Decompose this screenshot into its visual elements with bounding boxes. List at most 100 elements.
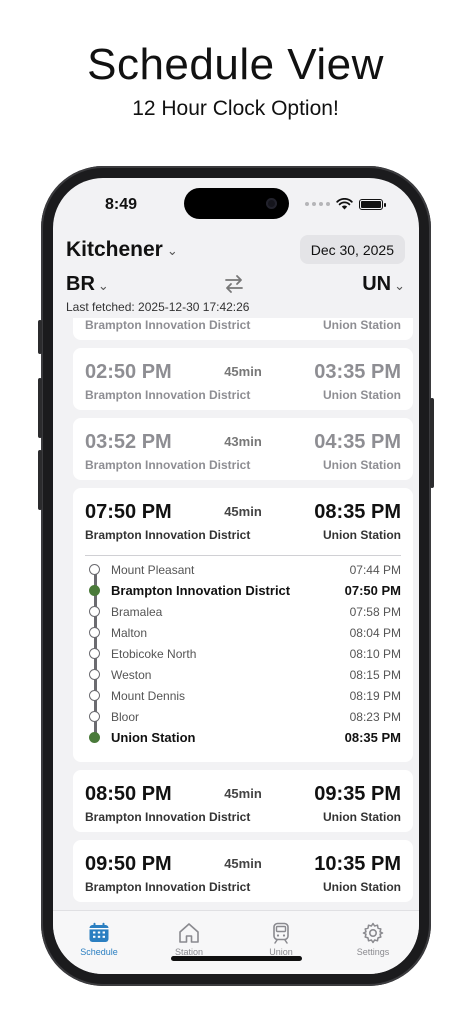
trip-from: Brampton Innovation District bbox=[85, 388, 251, 402]
stop-name: Union Station bbox=[111, 730, 196, 745]
trip-card-expanded[interactable]: 07:50 PM 45min 08:35 PM Brampton Innovat… bbox=[73, 488, 413, 762]
divider bbox=[85, 555, 401, 556]
camera-icon bbox=[266, 198, 277, 209]
home-indicator[interactable] bbox=[171, 956, 302, 961]
stop-time: 08:19 PM bbox=[349, 688, 401, 703]
calendar-icon bbox=[89, 922, 109, 942]
stop-name: Bloor bbox=[111, 709, 140, 724]
stop-row-destination: Union Station 08:35 PM bbox=[85, 727, 401, 748]
stop-node-active bbox=[89, 585, 100, 596]
tab-union[interactable]: Union bbox=[241, 921, 321, 957]
trip-to: Union Station bbox=[323, 458, 401, 472]
stop-time: 07:50 PM bbox=[344, 583, 401, 598]
tab-station[interactable]: Station bbox=[149, 921, 229, 957]
dynamic-island bbox=[184, 188, 289, 219]
stop-name: Bramalea bbox=[111, 604, 163, 619]
stop-node bbox=[89, 564, 100, 575]
trip-list[interactable]: Brampton Innovation District Union Stati… bbox=[53, 318, 419, 910]
swap-direction-icon[interactable] bbox=[221, 271, 247, 297]
to-station-selector[interactable]: UN ⌄ bbox=[362, 273, 405, 296]
stop-list: Mount Pleasant 07:44 PM Brampton Innovati… bbox=[85, 559, 401, 748]
stop-time: 08:35 PM bbox=[344, 730, 401, 745]
train-icon bbox=[273, 922, 289, 944]
promo-title: Schedule View bbox=[87, 40, 384, 89]
trip-duration: 45min bbox=[224, 504, 262, 519]
stop-time: 08:15 PM bbox=[349, 667, 401, 682]
trip-card[interactable]: 08:50 PM 45min 09:35 PM Brampton Innovat… bbox=[73, 770, 413, 832]
stop-time: 07:44 PM bbox=[349, 562, 401, 577]
tab-label: Schedule bbox=[80, 947, 118, 957]
stop-time: 08:10 PM bbox=[349, 646, 401, 661]
stop-node bbox=[89, 711, 100, 722]
stop-name: Weston bbox=[111, 667, 152, 682]
stop-row: Malton 08:04 PM bbox=[85, 622, 401, 643]
promo-subtitle: 12 Hour Clock Option! bbox=[132, 97, 339, 120]
stop-row: Etobicoke North 08:10 PM bbox=[85, 643, 401, 664]
to-station-code: UN bbox=[362, 273, 392, 295]
trip-to: Union Station bbox=[323, 810, 401, 824]
stop-row: Mount Dennis 08:19 PM bbox=[85, 685, 401, 706]
phone-screen: 8:49 Kitchener ⌄ Dec 30, 2025 BR ⌄ UN ⌄ bbox=[53, 178, 419, 974]
trip-card[interactable]: Brampton Innovation District Union Stati… bbox=[73, 318, 413, 340]
signal-dots-icon bbox=[305, 202, 330, 206]
stop-row: Bloor 08:23 PM bbox=[85, 706, 401, 727]
stop-node bbox=[89, 669, 100, 680]
stop-node-active bbox=[89, 732, 100, 743]
house-icon bbox=[179, 923, 199, 943]
wifi-icon bbox=[336, 198, 353, 210]
line-name: Kitchener bbox=[66, 238, 163, 261]
stop-name: Mount Dennis bbox=[111, 688, 186, 703]
trip-card[interactable]: 03:52 PM 43min 04:35 PM Brampton Innovat… bbox=[73, 418, 413, 480]
stop-name: Brampton Innovation District bbox=[111, 583, 291, 598]
stop-node bbox=[89, 627, 100, 638]
trip-card[interactable]: 09:50 PM 45min 10:35 PM Brampton Innovat… bbox=[73, 840, 413, 902]
stop-node bbox=[89, 648, 100, 659]
stop-row: Weston 08:15 PM bbox=[85, 664, 401, 685]
stop-name: Etobicoke North bbox=[111, 646, 197, 661]
stop-time: 07:58 PM bbox=[349, 604, 401, 619]
trip-card[interactable]: 02:50 PM 45min 03:35 PM Brampton Innovat… bbox=[73, 348, 413, 410]
phone-action-button bbox=[38, 320, 42, 354]
status-bar-time: 8:49 bbox=[105, 196, 138, 213]
trip-to: Union Station bbox=[323, 388, 401, 402]
status-bar-icons bbox=[305, 198, 386, 210]
trip-duration: 45min bbox=[224, 364, 262, 379]
date-picker-button[interactable]: Dec 30, 2025 bbox=[299, 235, 405, 264]
from-station-selector[interactable]: BR ⌄ bbox=[66, 273, 109, 296]
stop-name: Malton bbox=[111, 625, 148, 640]
stop-row: Bramalea 07:58 PM bbox=[85, 601, 401, 622]
tab-settings[interactable]: Settings bbox=[333, 921, 413, 957]
trip-duration: 45min bbox=[224, 856, 262, 871]
stop-time: 08:04 PM bbox=[349, 625, 401, 640]
stop-node bbox=[89, 606, 100, 617]
chevron-down-icon: ⌄ bbox=[394, 277, 405, 293]
trip-to: Union Station bbox=[323, 880, 401, 894]
phone-volume-down-button bbox=[38, 450, 42, 510]
from-station-code: BR bbox=[66, 273, 95, 295]
gear-icon bbox=[362, 922, 384, 944]
trip-to: Union Station bbox=[323, 318, 401, 332]
last-fetched-text: Last fetched: 2025-12-30 17:42:26 bbox=[66, 300, 250, 314]
tab-bar: Schedule Station Union Settings bbox=[53, 910, 419, 974]
phone-frame: 8:49 Kitchener ⌄ Dec 30, 2025 BR ⌄ UN ⌄ bbox=[38, 166, 434, 986]
stop-row-origin: Brampton Innovation District 07:50 PM bbox=[85, 580, 401, 601]
battery-icon bbox=[359, 198, 386, 210]
tab-label: Settings bbox=[356, 947, 390, 957]
trip-from: Brampton Innovation District bbox=[85, 880, 251, 894]
line-selector[interactable]: Kitchener ⌄ bbox=[66, 238, 178, 262]
trip-from: Brampton Innovation District bbox=[85, 810, 251, 824]
trip-duration: 43min bbox=[224, 434, 262, 449]
trip-from: Brampton Innovation District bbox=[85, 318, 251, 332]
chevron-down-icon: ⌄ bbox=[97, 277, 109, 293]
trip-duration: 45min bbox=[224, 786, 262, 801]
trip-from: Brampton Innovation District bbox=[85, 458, 251, 472]
chevron-down-icon: ⌄ bbox=[166, 243, 178, 258]
stop-row: Mount Pleasant 07:44 PM bbox=[85, 559, 401, 580]
trip-stations: Brampton Innovation District Union Stati… bbox=[85, 318, 401, 332]
trip-from: Brampton Innovation District bbox=[85, 528, 251, 542]
tab-schedule[interactable]: Schedule bbox=[59, 921, 139, 957]
stop-time: 08:23 PM bbox=[349, 709, 401, 724]
phone-power-button bbox=[430, 398, 434, 488]
phone-volume-up-button bbox=[38, 378, 42, 438]
stop-name: Mount Pleasant bbox=[111, 562, 195, 577]
